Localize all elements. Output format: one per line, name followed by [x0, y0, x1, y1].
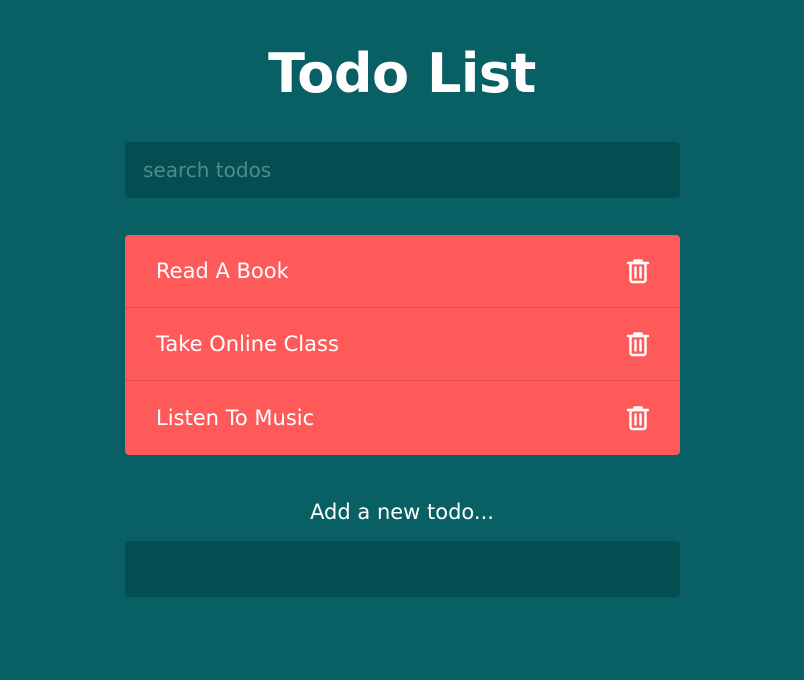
todo-item: Take Online Class	[125, 308, 680, 381]
todo-text: Take Online Class	[156, 332, 339, 356]
page-title: Todo List	[268, 42, 536, 105]
todo-text: Listen To Music	[156, 406, 315, 430]
trash-icon[interactable]	[626, 258, 650, 284]
trash-icon[interactable]	[626, 405, 650, 431]
add-todo-input[interactable]	[125, 541, 680, 597]
todo-text: Read A Book	[156, 259, 289, 283]
search-input[interactable]	[125, 142, 680, 198]
todo-item: Listen To Music	[125, 381, 680, 455]
add-todo-label: Add a new todo...	[310, 500, 494, 524]
todo-item: Read A Book	[125, 235, 680, 308]
trash-icon[interactable]	[626, 331, 650, 357]
todo-list: Read A Book Take Online Class Listen To …	[125, 235, 680, 455]
